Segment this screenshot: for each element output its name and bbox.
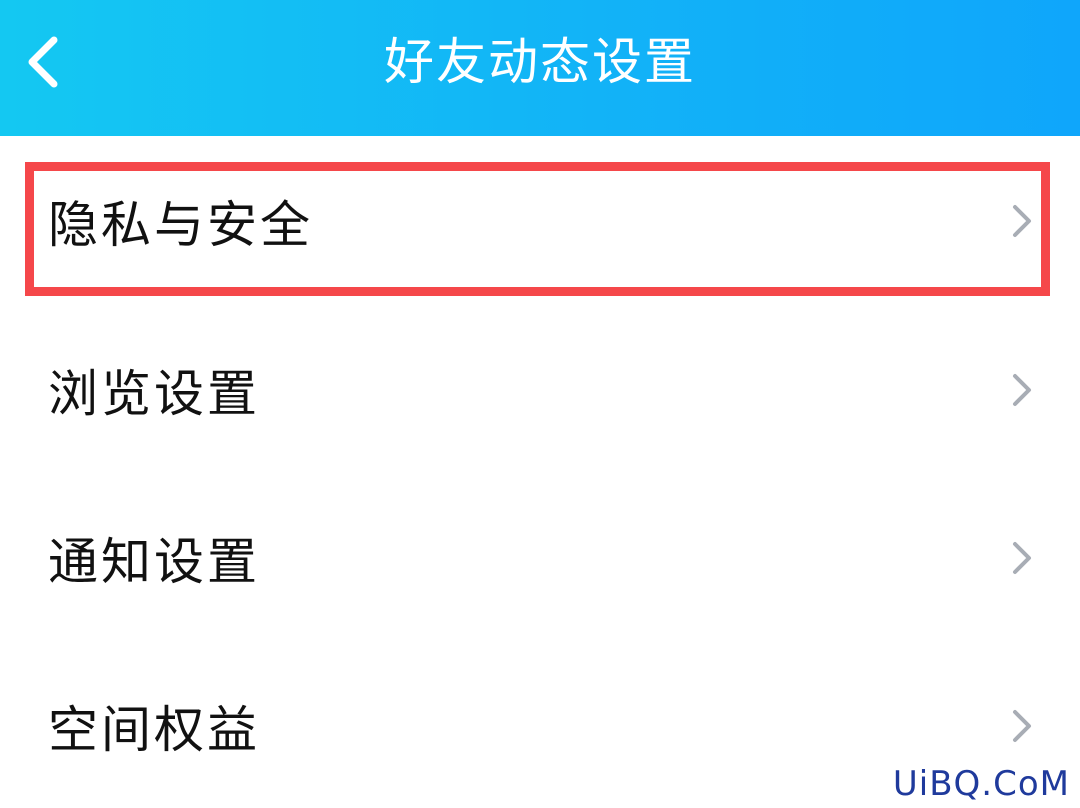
settings-item-label: 浏览设置 — [48, 365, 260, 423]
chevron-right-icon — [1006, 706, 1036, 746]
settings-item-browse[interactable]: 浏览设置 — [0, 306, 1080, 474]
settings-item-label: 通知设置 — [48, 533, 260, 591]
chevron-right-icon — [1006, 201, 1036, 241]
chevron-right-icon — [1006, 538, 1036, 578]
settings-item-label: 空间权益 — [48, 701, 260, 759]
settings-item-privacy-security[interactable]: 隐私与安全 — [0, 136, 1080, 306]
settings-item-notification[interactable]: 通知设置 — [0, 474, 1080, 642]
title-bar: 好友动态设置 — [0, 0, 1080, 136]
page-title: 好友动态设置 — [384, 33, 696, 91]
settings-item-label: 隐私与安全 — [48, 196, 313, 254]
screen: 好友动态设置 隐私与安全 浏览设置 通知设置 空间权益 UiBQ.CoM — [0, 0, 1080, 808]
settings-list: 隐私与安全 浏览设置 通知设置 空间权益 — [0, 136, 1080, 808]
chevron-right-icon — [1006, 370, 1036, 410]
watermark: UiBQ.CoM — [892, 764, 1070, 804]
